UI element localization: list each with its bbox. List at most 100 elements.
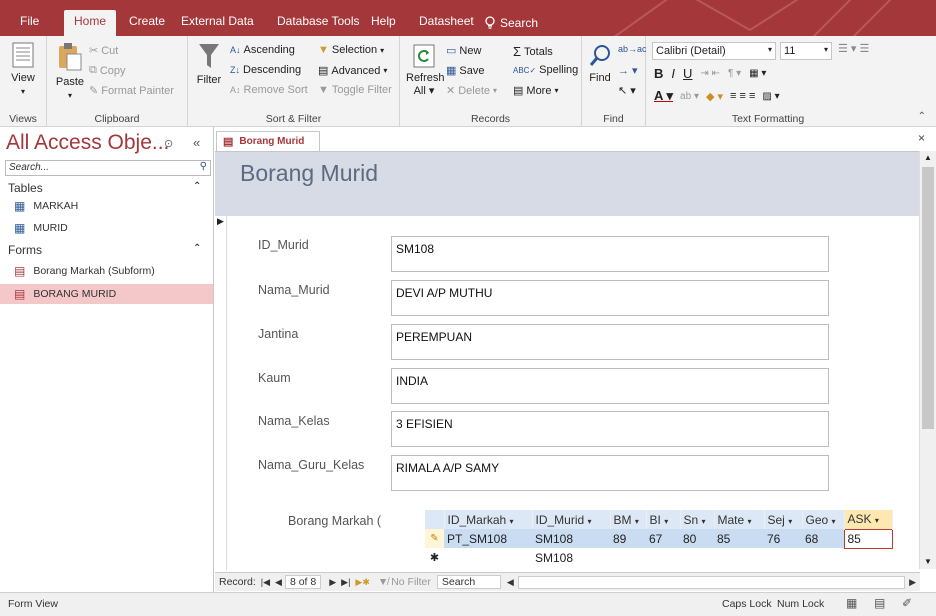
collapse-ribbon-icon[interactable]: ⌃ <box>918 111 926 122</box>
scroll-right-icon[interactable]: ▶ <box>909 577 916 588</box>
document-tab-borang-murid[interactable]: ▤ Borang Murid <box>216 131 320 151</box>
tab-database-tools[interactable]: Database Tools <box>271 10 366 36</box>
previous-record-icon[interactable]: ◀ <box>275 577 282 588</box>
selection-button[interactable]: ▼ Selection ▾ <box>318 44 384 56</box>
table-row[interactable]: ✎ PT_SM108 SM108 89 67 80 85 76 68 85 <box>425 528 893 549</box>
goto-button[interactable]: → ▾ <box>618 64 638 77</box>
tab-create[interactable]: Create <box>123 10 171 36</box>
tab-home[interactable]: Home <box>64 10 117 36</box>
table-cell[interactable]: 85 <box>714 529 764 548</box>
scroll-left-icon[interactable]: ◀ <box>507 577 514 588</box>
format-painter-button[interactable]: ✎ Format Painter <box>89 84 174 98</box>
underline-icon[interactable]: U <box>683 66 692 81</box>
nav-item-borang-markah-subform[interactable]: ▤ Borang Markah (Subform) <box>0 261 213 281</box>
refresh-all-button[interactable]: Refresh All ▾ <box>406 44 445 98</box>
cut-button[interactable]: ✂ Cut <box>89 44 118 58</box>
collapse-nav-icon[interactable]: « <box>193 135 200 150</box>
gridlines-icon[interactable]: ▦ ▾ <box>749 68 766 79</box>
table-cell[interactable] <box>646 548 680 567</box>
table-cell[interactable]: SM108 <box>532 529 610 548</box>
last-record-icon[interactable]: ▶| <box>341 577 350 588</box>
layout-view-icon[interactable]: ▤ <box>874 596 885 610</box>
table-cell[interactable] <box>444 548 532 567</box>
table-cell[interactable] <box>610 548 646 567</box>
delete-record-button[interactable]: ✕ Delete ▾ <box>446 84 497 98</box>
alt-row-color-icon[interactable]: ▨ ▾ <box>762 91 779 102</box>
collapse-forms-icon[interactable]: ⌃ <box>193 243 201 254</box>
column-header[interactable]: Sn ▾ <box>680 510 715 529</box>
field-nama-murid[interactable]: DEVI A/P MUTHU <box>391 280 829 316</box>
column-header[interactable]: Mate ▾ <box>714 510 765 529</box>
field-nama-kelas[interactable]: 3 EFISIEN <box>391 411 829 447</box>
table-cell[interactable]: SM108 <box>532 548 610 567</box>
table-cell[interactable]: 85 <box>843 528 893 549</box>
nav-menu-chevron-icon[interactable]: ⊙ <box>164 137 173 150</box>
no-filter-indicator[interactable]: ▼̸ No Filter <box>378 576 431 588</box>
record-search-input[interactable]: Search <box>436 575 501 589</box>
collapse-tables-icon[interactable]: ⌃ <box>193 181 201 192</box>
scroll-down-icon[interactable]: ▼ <box>924 557 932 566</box>
field-kaum[interactable]: INDIA <box>391 368 829 404</box>
nav-section-forms[interactable]: Forms <box>8 243 42 257</box>
copy-button[interactable]: ⧉ Copy <box>89 64 126 77</box>
table-cell[interactable]: 89 <box>610 529 646 548</box>
field-nama-guru-kelas[interactable]: RIMALA A/P SAMY <box>391 455 829 491</box>
close-document-icon[interactable]: × <box>918 131 925 145</box>
indent-icon[interactable]: ⇥ ⇤ <box>700 68 720 79</box>
new-record-button[interactable]: ▭ New <box>446 44 481 58</box>
nav-item-markah[interactable]: ▦ MARKAH <box>0 196 213 216</box>
table-cell[interactable] <box>802 548 844 567</box>
more-button[interactable]: ▤ More ▾ <box>513 84 558 98</box>
nav-search-input[interactable]: Search... ⚲ <box>5 160 211 176</box>
table-cell[interactable]: 67 <box>646 529 680 548</box>
scroll-thumb[interactable] <box>922 167 934 429</box>
tab-file[interactable]: File <box>14 10 45 36</box>
ascending-button[interactable]: A↓ Ascending <box>230 44 295 56</box>
table-cell[interactable]: 80 <box>680 529 714 548</box>
table-cell[interactable] <box>844 548 892 567</box>
fill-color-icon[interactable]: ◆ ▾ <box>706 90 723 103</box>
italic-icon[interactable]: I <box>671 66 675 81</box>
column-header[interactable]: ASK ▾ <box>844 510 893 529</box>
tab-external-data[interactable]: External Data <box>175 10 260 36</box>
find-button[interactable]: Find <box>586 44 614 85</box>
table-cell[interactable]: 68 <box>802 529 844 548</box>
column-header[interactable]: Geo ▾ <box>802 510 845 529</box>
font-name-dropdown[interactable]: Calibri (Detail) ▾ <box>652 42 776 60</box>
toggle-filter-button[interactable]: ▼ Toggle Filter <box>318 84 392 96</box>
form-vertical-scrollbar[interactable]: ▲ ▼ <box>919 151 936 569</box>
paste-button[interactable]: Paste ▾ <box>53 42 87 102</box>
nav-item-murid[interactable]: ▦ MURID <box>0 218 213 238</box>
new-blank-record-icon[interactable]: ▶✱ <box>355 577 369 588</box>
horizontal-scrollbar[interactable] <box>517 575 906 589</box>
tell-me-search[interactable]: Search <box>478 10 544 36</box>
column-header[interactable]: ID_Markah ▾ <box>444 510 533 529</box>
table-cell[interactable]: 76 <box>764 529 802 548</box>
select-button[interactable]: ↖ ▾ <box>618 84 636 97</box>
scroll-up-icon[interactable]: ▲ <box>924 153 932 162</box>
table-cell[interactable] <box>764 548 802 567</box>
column-header[interactable]: BI ▾ <box>646 510 681 529</box>
list-buttons[interactable]: ☰ ▾ ☰ <box>838 42 869 55</box>
design-view-icon[interactable]: ✐ <box>902 596 912 610</box>
column-header[interactable]: BM ▾ <box>610 510 647 529</box>
form-view-icon[interactable]: ▦ <box>846 596 857 610</box>
totals-button[interactable]: Σ Totals <box>513 44 553 59</box>
field-jantina[interactable]: PEREMPUAN <box>391 324 829 360</box>
table-cell[interactable] <box>680 548 714 567</box>
tab-datasheet[interactable]: Datasheet <box>413 10 480 36</box>
advanced-button[interactable]: ▤ Advanced ▾ <box>318 64 387 78</box>
table-cell[interactable] <box>714 548 764 567</box>
bold-icon[interactable]: B <box>654 66 663 81</box>
column-header[interactable]: ID_Murid ▾ <box>532 510 611 529</box>
tab-help[interactable]: Help <box>365 10 402 36</box>
field-id-murid[interactable]: SM108 <box>391 236 829 272</box>
replace-button[interactable]: ab→ac <box>618 44 647 54</box>
table-row-new[interactable]: ✱ SM108 <box>425 548 892 567</box>
nav-section-tables[interactable]: Tables <box>8 181 43 195</box>
font-color-icon[interactable]: A ▾ <box>654 88 673 104</box>
filter-button[interactable]: Filter <box>193 42 225 87</box>
column-header[interactable]: Sej ▾ <box>764 510 803 529</box>
record-position-input[interactable]: 8 of 8 <box>284 575 322 589</box>
paragraph-icon[interactable]: ¶ ▾ <box>728 68 741 79</box>
